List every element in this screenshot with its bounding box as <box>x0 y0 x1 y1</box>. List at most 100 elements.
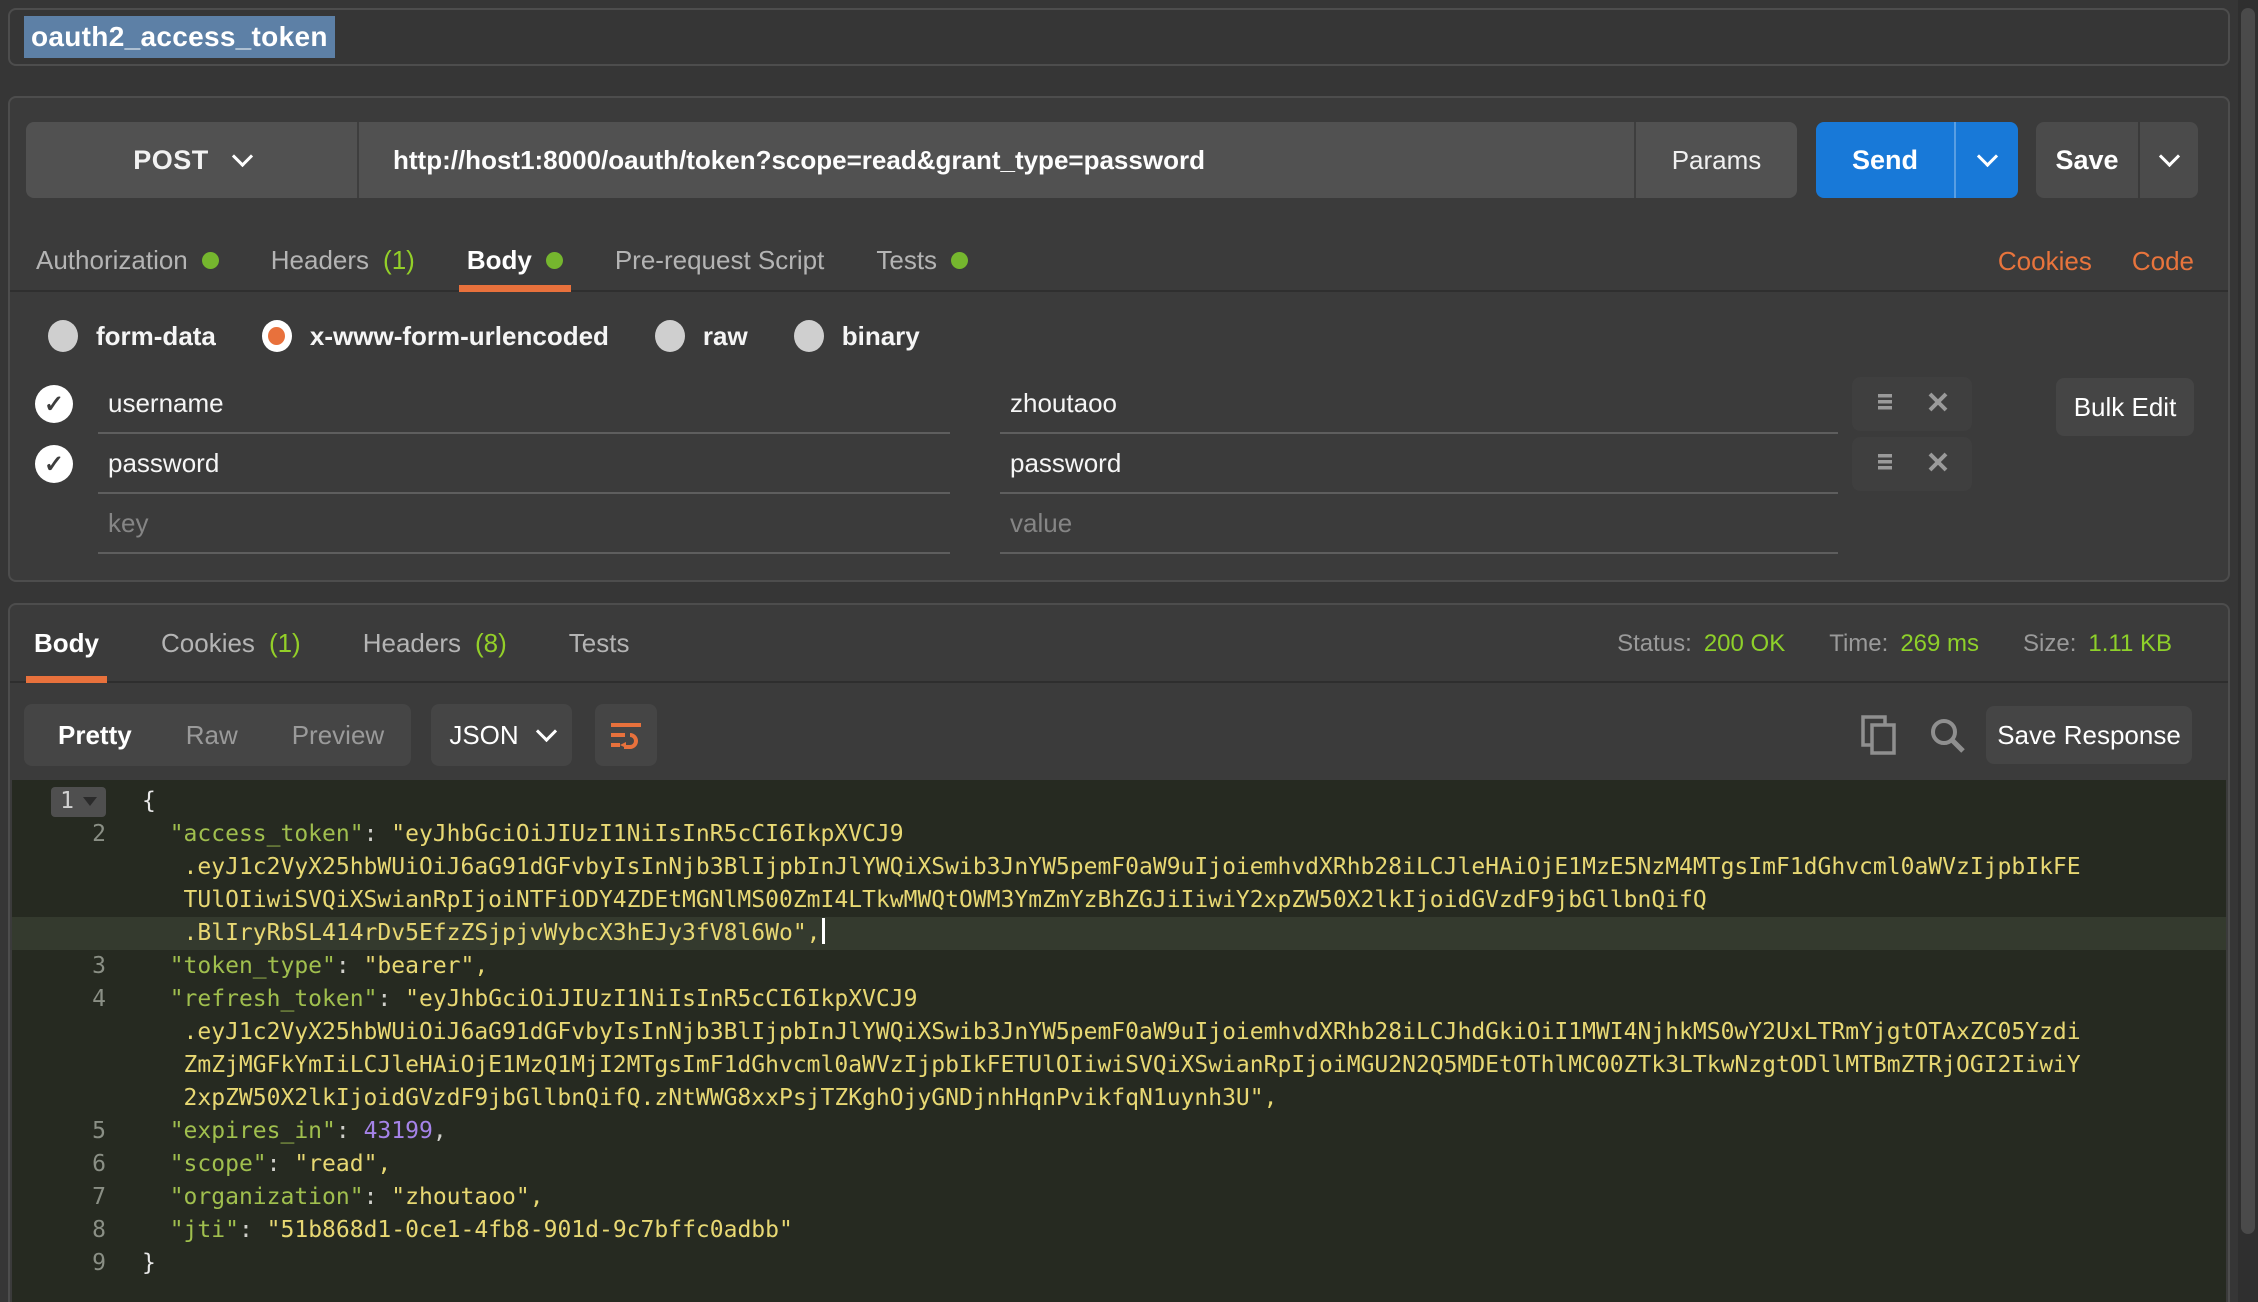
method-dropdown[interactable]: POST <box>26 122 359 198</box>
code-line-text: "organization": "zhoutaoo", <box>142 1181 544 1214</box>
scrollbar-thumb[interactable] <box>2241 8 2255 1234</box>
line-number <box>12 1049 142 1082</box>
send-button[interactable]: Send <box>1816 122 2018 198</box>
response-tab-headers[interactable]: Headers(8) <box>363 605 507 681</box>
code-line: .eyJ1c2VyX25hbWUiOiJ6aG91dGFvbyIsInNjb3B… <box>12 1016 2226 1049</box>
wrap-text-button[interactable] <box>595 704 657 766</box>
drag-handle-icon[interactable] <box>1873 450 1901 479</box>
view-tab-pretty[interactable]: Pretty <box>58 720 132 751</box>
response-tool-icons <box>1860 704 1968 766</box>
kv-value-input[interactable]: zhoutaoo <box>1000 374 1838 434</box>
request-tabs: Authorization Headers(1) Body Pre-request S… <box>10 230 2228 292</box>
code-line: 3 "token_type": "bearer", <box>12 950 2226 983</box>
code-line-text: } <box>142 1247 156 1280</box>
chevron-down-icon <box>2158 146 2179 167</box>
kv-key-input[interactable]: password <box>98 434 950 494</box>
code-line-text: TUlOIiwiSVQiXSwianRpIjoiNTFiODY4ZDEtMGNl… <box>142 884 1707 917</box>
body-mode-form-data[interactable]: form-data <box>48 320 216 352</box>
code-line: 9} <box>12 1247 2226 1280</box>
line-number <box>12 851 142 884</box>
kv-row-actions <box>1852 377 1972 431</box>
view-tab-raw[interactable]: Raw <box>186 720 238 751</box>
tab-label: Cookies <box>161 628 255 659</box>
request-url-bar: POST http://host1:8000/oauth/token?scope… <box>26 122 1797 198</box>
body-mode-raw[interactable]: raw <box>655 320 748 352</box>
bulk-edit-button[interactable]: Bulk Edit <box>2056 378 2194 436</box>
line-number-text: 1 <box>60 785 74 818</box>
tab-label: Tests <box>876 245 937 276</box>
body-mode-label: x-www-form-urlencoded <box>310 321 609 352</box>
tab-label: Authorization <box>36 245 188 276</box>
line-number: 1 <box>12 785 142 818</box>
format-dropdown[interactable]: JSON <box>431 704 572 766</box>
params-button[interactable]: Params <box>1634 122 1797 198</box>
code-line: 6 "scope": "read", <box>12 1148 2226 1181</box>
meta-label: Size: <box>2023 630 2076 658</box>
search-icon[interactable] <box>1926 714 1968 756</box>
method-label: POST <box>133 145 209 176</box>
radio-icon <box>262 320 292 352</box>
save-label[interactable]: Save <box>2036 122 2140 198</box>
tab-count-badge: (8) <box>475 628 507 659</box>
radio-icon <box>794 320 824 352</box>
line-number: 4 <box>12 983 142 1016</box>
response-tab-tests[interactable]: Tests <box>569 605 630 681</box>
postman-app: oauth2_access_token POST http://host1:80… <box>0 0 2258 1302</box>
delete-row-icon[interactable] <box>1925 389 1951 420</box>
body-mode-x-www-form-urlencoded[interactable]: x-www-form-urlencoded <box>262 320 609 352</box>
request-panel: POST http://host1:8000/oauth/token?scope… <box>8 96 2230 582</box>
tab-tests[interactable]: Tests <box>876 230 968 290</box>
save-options-button[interactable] <box>2140 122 2198 198</box>
request-tab-title[interactable]: oauth2_access_token <box>24 16 335 58</box>
urlencoded-kv-editor: ✓usernamezhoutaoo✓passwordpasswordkeyval… <box>10 374 2228 554</box>
code-line-text: 2xpZW50X2lkIjoidGVzdF9jbGllbnQifQ.zNtWWG… <box>142 1082 1277 1115</box>
tab-count-badge: (1) <box>383 245 415 276</box>
tab-label: Pre-request Script <box>615 245 825 276</box>
code-line: ZmZjMGFkYmIiLCJleHAiOjE1MzQ1MjI2MTgsImF1… <box>12 1049 2226 1082</box>
tab-body[interactable]: Body <box>467 230 563 290</box>
radio-icon <box>655 320 685 352</box>
code-link[interactable]: Code <box>2132 246 2194 277</box>
tab-count-badge: (1) <box>269 628 301 659</box>
fold-marker[interactable]: 1 <box>51 787 106 817</box>
code-line: .eyJ1c2VyX25hbWUiOiJ6aG91dGFvbyIsInNjb3B… <box>12 851 2226 884</box>
checkbox-checked-icon[interactable]: ✓ <box>35 445 73 483</box>
tab-authorization[interactable]: Authorization <box>36 230 219 290</box>
response-tab-cookies[interactable]: Cookies (1) <box>161 605 301 681</box>
kv-row-actions <box>1852 437 1972 491</box>
code-line: TUlOIiwiSVQiXSwianRpIjoiNTFiODY4ZDEtMGNl… <box>12 884 2226 917</box>
kv-key-input[interactable]: username <box>98 374 950 434</box>
kv-value-input[interactable]: value <box>1000 494 1838 554</box>
cookies-link[interactable]: Cookies <box>1998 246 2092 277</box>
save-button[interactable]: Save <box>2036 122 2198 198</box>
code-line: 2 "access_token": "eyJhbGciOiJIUzI1NiIsI… <box>12 818 2226 851</box>
meta-label: Status: <box>1617 630 1692 658</box>
kv-row: key value <box>10 494 2228 554</box>
response-tab-body[interactable]: Body <box>34 605 99 681</box>
send-label[interactable]: Send <box>1816 122 1956 198</box>
response-body-code[interactable]: 1 {2 "access_token": "eyJhbGciOiJIUzI1NiI… <box>12 780 2226 1302</box>
save-response-button[interactable]: Save Response <box>1986 706 2192 764</box>
send-options-button[interactable] <box>1956 122 2018 198</box>
tab-pre-request-script[interactable]: Pre-request Script <box>615 230 825 290</box>
meta-value: 1.11 KB <box>2088 630 2172 658</box>
kv-check-cell: ✓ <box>10 385 98 423</box>
code-line-text: "token_type": "bearer", <box>142 950 488 983</box>
meta-label: Time: <box>1829 630 1888 658</box>
url-input[interactable]: http://host1:8000/oauth/token?scope=read… <box>359 122 1634 198</box>
copy-icon[interactable] <box>1860 714 1898 756</box>
green-dot-icon <box>546 252 563 269</box>
kv-value-input[interactable]: password <box>1000 434 1838 494</box>
view-tab-preview[interactable]: Preview <box>292 720 384 751</box>
delete-row-icon[interactable] <box>1925 449 1951 480</box>
body-mode-binary[interactable]: binary <box>794 320 920 352</box>
code-line-text: { <box>142 785 156 818</box>
code-line-text: .eyJ1c2VyX25hbWUiOiJ6aG91dGFvbyIsInNjb3B… <box>142 1016 2081 1049</box>
checkbox-checked-icon[interactable]: ✓ <box>35 385 73 423</box>
request-corner-links: Cookies Code <box>1998 230 2194 292</box>
drag-handle-icon[interactable] <box>1873 390 1901 419</box>
kv-key-input[interactable]: key <box>98 494 950 554</box>
fold-caret-icon <box>83 797 97 806</box>
line-number: 6 <box>12 1148 142 1181</box>
tab-headers[interactable]: Headers(1) <box>271 230 415 290</box>
